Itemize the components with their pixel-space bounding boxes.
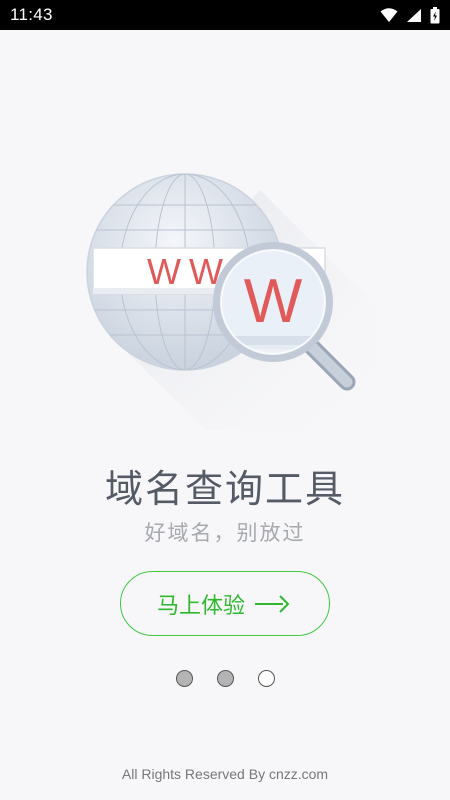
status-bar: 11:43 (0, 0, 450, 30)
wifi-icon (380, 7, 398, 22)
app-subtitle: 好域名，别放过 (144, 521, 306, 545)
page-dot-1[interactable] (175, 670, 193, 687)
magnified-letter: W (244, 267, 303, 336)
page-dot-2[interactable] (216, 670, 234, 687)
copyright-footer: All Rights Reserved By cnzz.com (121, 766, 329, 782)
app-title: 域名查询工具 (104, 467, 345, 511)
start-experience-button[interactable]: 马上体验 (120, 571, 330, 636)
signal-icon (407, 8, 421, 22)
start-button-label: 马上体验 (156, 593, 245, 619)
page-indicator (0, 670, 450, 687)
arrow-right-icon (255, 594, 290, 613)
page-dot-3[interactable] (257, 670, 275, 687)
globe-search-illustration: WWW W (86, 173, 375, 430)
battery-icon (430, 6, 440, 23)
status-icons (380, 6, 440, 24)
status-time: 11:43 (10, 5, 53, 24)
